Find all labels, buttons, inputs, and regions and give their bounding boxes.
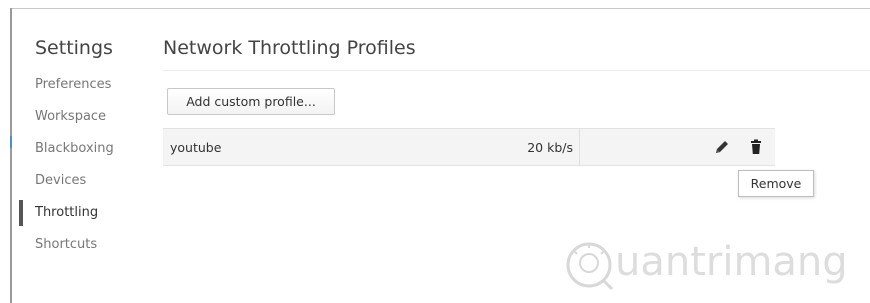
trash-icon[interactable]	[747, 138, 765, 156]
sidebar-item-preferences[interactable]: Preferences	[35, 77, 111, 92]
watermark-text: uantrimang	[615, 239, 848, 285]
sidebar-item-blackboxing[interactable]: Blackboxing	[35, 141, 114, 156]
active-item-marker	[19, 200, 23, 226]
profile-speed: 20 kb/s	[527, 140, 573, 155]
sidebar-title: Settings	[35, 37, 113, 59]
sidebar-item-devices[interactable]: Devices	[35, 173, 86, 188]
page-title: Network Throttling Profiles	[163, 37, 416, 59]
lightbulb-q-logo-icon	[566, 242, 614, 291]
sidebar-item-throttling[interactable]: Throttling	[35, 205, 98, 220]
profile-name: youtube	[170, 140, 222, 155]
watermark: uantrimang	[563, 234, 863, 296]
column-divider	[579, 129, 580, 165]
window-top-border	[10, 8, 870, 9]
add-custom-profile-button[interactable]: Add custom profile...	[167, 88, 335, 115]
settings-window: Settings Preferences Workspace Blackboxi…	[0, 0, 870, 303]
throttling-profile-row[interactable]: youtube 20 kb/s	[163, 128, 775, 166]
remove-tooltip: Remove	[738, 170, 814, 197]
pencil-icon[interactable]	[713, 138, 731, 156]
title-divider	[163, 70, 870, 71]
sidebar-item-workspace[interactable]: Workspace	[35, 109, 106, 124]
window-left-edge	[10, 8, 12, 303]
sidebar-item-shortcuts[interactable]: Shortcuts	[35, 237, 97, 252]
edge-accent-mark	[10, 136, 12, 148]
